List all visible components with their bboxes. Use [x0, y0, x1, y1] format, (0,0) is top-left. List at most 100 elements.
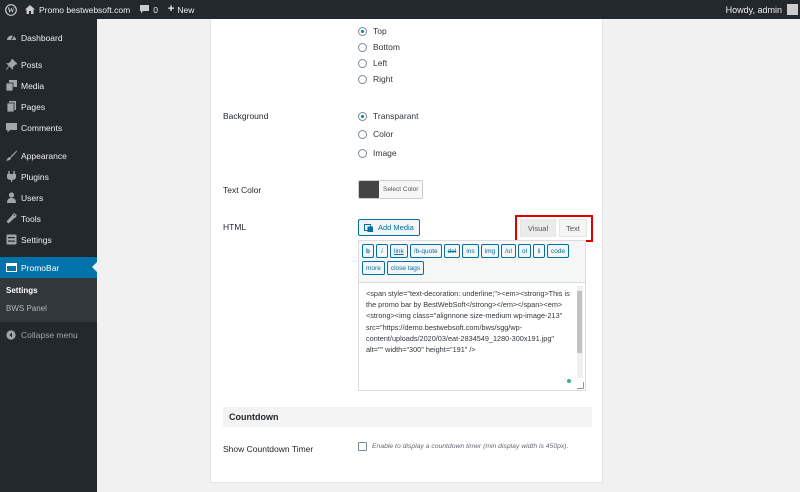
- sidebar-item-users[interactable]: Users: [0, 187, 97, 208]
- settings-icon: [5, 234, 17, 246]
- promobar-submenu: Settings BWS Panel: [0, 278, 97, 322]
- dashboard-icon: [5, 32, 17, 44]
- submenu-item-settings[interactable]: Settings: [0, 281, 97, 299]
- radio-label: Left: [373, 58, 388, 68]
- radio-label: Right: [373, 74, 393, 84]
- quicktag-ul-button[interactable]: /ul: [501, 244, 516, 258]
- quicktag-li-button[interactable]: li: [533, 244, 546, 258]
- plugin-icon: [5, 171, 17, 183]
- comments-link[interactable]: 0: [135, 0, 163, 19]
- sidebar-item-label: Settings: [21, 234, 52, 245]
- quicktag-blockquote-button[interactable]: /b-quote: [409, 244, 442, 258]
- collapse-menu-button[interactable]: Collapse menu: [0, 324, 97, 345]
- promobar-icon: [5, 262, 17, 274]
- countdown-checkbox[interactable]: [358, 442, 367, 451]
- sidebar-item-settings[interactable]: Settings: [0, 229, 97, 250]
- my-account-link[interactable]: Howdy, admin: [726, 4, 800, 15]
- grammar-status-dot: [567, 379, 571, 383]
- add-media-button[interactable]: Add Media: [358, 219, 420, 236]
- textarea-scroll-thumb[interactable]: [577, 291, 582, 353]
- quicktag-img-button[interactable]: img: [480, 244, 500, 258]
- greeting-label: Howdy, admin: [725, 4, 782, 15]
- plus-icon: +: [167, 3, 175, 15]
- radio-control[interactable]: [358, 129, 367, 139]
- sidebar-item-label: Posts: [21, 59, 43, 70]
- sidebar-item-posts[interactable]: Posts: [0, 54, 97, 75]
- sidebar-item-tools[interactable]: Tools: [0, 208, 97, 229]
- svg-text:W: W: [7, 6, 14, 14]
- avatar: [787, 4, 798, 15]
- quicktag-ins-button[interactable]: ins: [462, 244, 479, 258]
- site-name-link[interactable]: Promo bestwebsoft.com: [20, 0, 135, 19]
- sidebar-item-label: Comments: [21, 122, 63, 133]
- brush-icon: [5, 150, 17, 162]
- quicktag-italic-button[interactable]: i: [376, 244, 388, 258]
- quicktag-ol-button[interactable]: ol: [517, 244, 532, 258]
- countdown-section-heading: Countdown: [223, 407, 592, 427]
- sidebar-item-comments[interactable]: Comments: [0, 117, 97, 138]
- sidebar-item-media[interactable]: Media: [0, 75, 97, 96]
- radio-label: Transparant: [373, 111, 419, 121]
- sidebar-item-pages[interactable]: Pages: [0, 96, 97, 117]
- sidebar-item-plugins[interactable]: Plugins: [0, 166, 97, 187]
- comment-bubble-icon: [140, 5, 150, 14]
- html-textarea[interactable]: <span style="text-decoration: underline;…: [359, 282, 585, 390]
- color-swatch: [359, 181, 379, 198]
- sidebar-item-label: Dashboard: [21, 32, 63, 43]
- show-countdown-label: Show Countdown Timer: [223, 444, 314, 454]
- quicktag-bold-button[interactable]: b: [362, 244, 374, 258]
- background-label: Background: [223, 111, 269, 121]
- radio-control[interactable]: [358, 74, 367, 84]
- new-content-link[interactable]: + New: [163, 0, 199, 19]
- select-color-button[interactable]: Select Color: [358, 180, 424, 199]
- radio-control[interactable]: [358, 58, 367, 68]
- quicktag-link-button[interactable]: link: [390, 244, 408, 258]
- sidebar-item-label: Users: [21, 192, 44, 203]
- background-radio-transparant[interactable]: Transparant: [358, 111, 419, 121]
- collapse-icon: [5, 329, 17, 341]
- add-media-icon: [364, 223, 374, 233]
- textarea-resize-handle[interactable]: [577, 382, 584, 389]
- sidebar-item-promobar[interactable]: PromoBar: [0, 257, 97, 278]
- background-radio-image[interactable]: Image: [358, 148, 397, 158]
- collapse-menu-label: Collapse menu: [21, 329, 78, 340]
- sidebar-item-label: Media: [21, 80, 45, 91]
- position-radio-top[interactable]: Top: [358, 26, 387, 36]
- position-radio-right[interactable]: Right: [358, 74, 393, 84]
- radio-control[interactable]: [358, 42, 367, 52]
- sidebar-item-appearance[interactable]: Appearance: [0, 145, 97, 166]
- quicktag-code-button[interactable]: code: [547, 244, 570, 258]
- settings-panel: Top Bottom Left Right Background Transpa…: [210, 19, 603, 483]
- sidebar-item-label: Plugins: [21, 171, 49, 182]
- home-icon: [25, 5, 35, 14]
- comments-icon: [5, 122, 17, 134]
- submenu-item-bws-panel[interactable]: BWS Panel: [0, 299, 97, 317]
- radio-label: Bottom: [373, 42, 400, 52]
- sidebar-item-label: Appearance: [21, 150, 67, 161]
- radio-label: Top: [373, 26, 387, 36]
- sidebar-item-label: PromoBar: [21, 262, 60, 273]
- users-icon: [5, 192, 17, 204]
- radio-control[interactable]: [358, 26, 367, 36]
- background-radio-color[interactable]: Color: [358, 129, 393, 139]
- quicktag-close-tags-button[interactable]: close tags: [386, 261, 425, 275]
- quicktag-more-button[interactable]: more: [362, 261, 385, 275]
- radio-control[interactable]: [358, 111, 367, 121]
- text-color-label: Text Color: [223, 185, 262, 195]
- html-editor: b i link /b-quote del ins img /ul ol li …: [358, 240, 586, 391]
- wordpress-logo-icon[interactable]: W: [1, 0, 20, 19]
- radio-label: Color: [373, 129, 394, 139]
- radio-label: Image: [373, 148, 397, 158]
- site-name-label: Promo bestwebsoft.com: [39, 4, 131, 15]
- radio-control[interactable]: [358, 148, 367, 158]
- position-radio-bottom[interactable]: Bottom: [358, 42, 400, 52]
- position-radio-left[interactable]: Left: [358, 58, 387, 68]
- media-icon: [5, 80, 17, 92]
- admin-bar: W Promo bestwebsoft.com 0 + New Howdy, a…: [0, 0, 800, 19]
- wrench-icon: [5, 213, 17, 225]
- quicktag-del-button[interactable]: del: [443, 244, 461, 258]
- tabs-highlight-box: [515, 215, 593, 242]
- select-color-label: Select Color: [383, 186, 419, 193]
- sidebar-item-label: Tools: [21, 213, 41, 224]
- sidebar-item-dashboard[interactable]: Dashboard: [0, 27, 97, 48]
